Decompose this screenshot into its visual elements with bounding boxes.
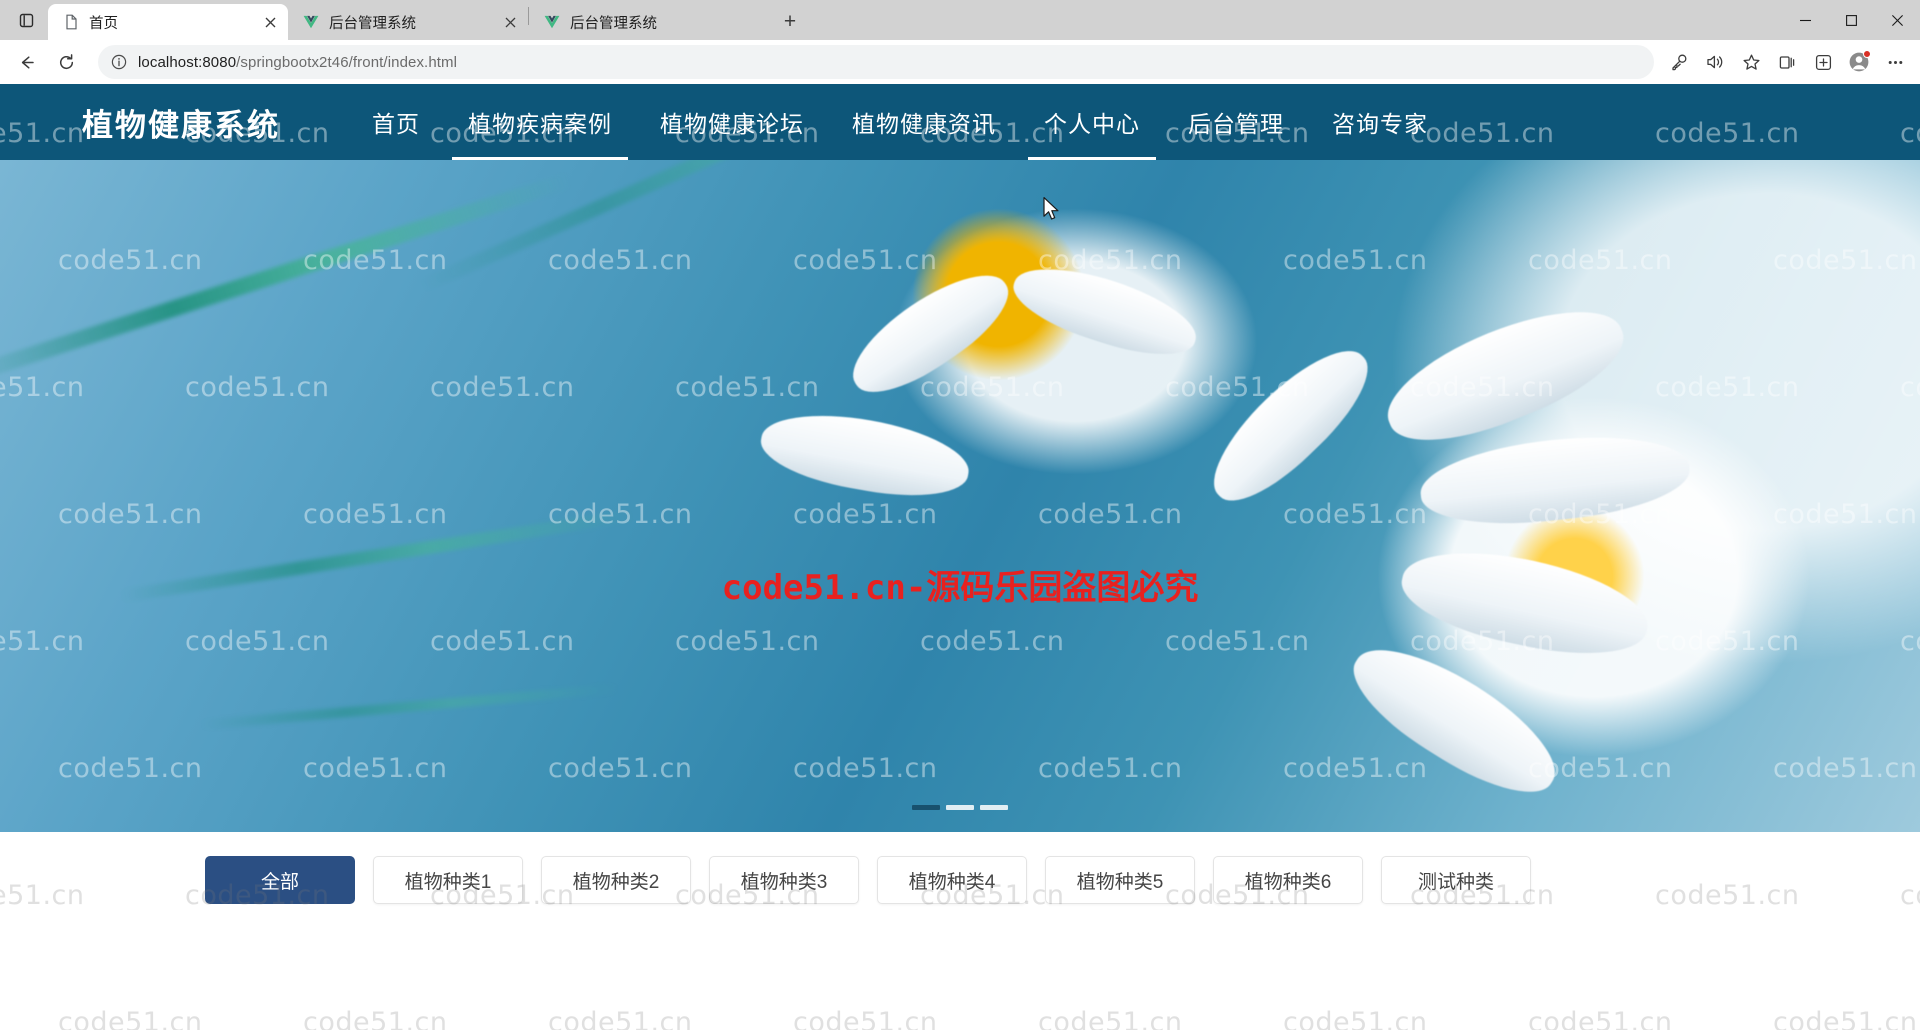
site-info-icon[interactable] [108,51,130,73]
nav-item-health-forum[interactable]: 植物健康论坛 [636,84,828,160]
category-filter-row: 全部 植物种类1 植物种类2 植物种类3 植物种类4 植物种类5 植物种类6 测… [0,856,1920,904]
read-aloud-icon[interactable] [1698,45,1732,79]
url-path: /springbootx2t46/front/index.html [236,53,458,71]
category-button-3[interactable]: 植物种类3 [709,856,859,904]
nav-item-consult-expert[interactable]: 咨询专家 [1308,84,1452,160]
browser-tab[interactable]: 后台管理系统 [288,4,528,40]
reload-icon[interactable] [48,45,84,79]
collections-icon[interactable] [1770,45,1804,79]
maximize-button[interactable] [1828,0,1874,40]
category-button-test[interactable]: 测试种类 [1381,856,1531,904]
tab-title: 首页 [89,15,118,32]
toolbar-right-icons [1662,45,1912,79]
carousel-dot[interactable] [946,805,974,810]
site-nav-items: 首页 植物疾病案例 植物健康论坛 植物健康资讯 个人中心 后台管理 咨询专家 [348,84,1452,160]
close-icon[interactable] [498,10,522,34]
page-viewport: 植物健康系统 首页 植物疾病案例 植物健康论坛 植物健康资讯 个人中心 后台管理… [0,84,1920,1030]
hero-carousel[interactable]: code51.cn-源码乐园盗图必究 [0,160,1920,832]
hero-red-watermark: code51.cn-源码乐园盗图必究 [721,568,1199,608]
browser-tab[interactable]: 首页 [48,4,288,40]
nav-item-admin[interactable]: 后台管理 [1164,84,1308,160]
category-button-6[interactable]: 植物种类6 [1213,856,1363,904]
profile-icon[interactable] [1842,45,1876,79]
tab-list-icon[interactable] [6,2,46,38]
close-icon[interactable] [258,10,282,34]
key-icon[interactable] [1662,45,1696,79]
url-text: localhost:8080/springbootx2t46/front/ind… [138,54,457,71]
tab-strip: 首页 后台管理系统 后台管理系统 + [0,0,807,40]
carousel-indicators[interactable] [912,805,1008,810]
tab-title: 后台管理系统 [570,15,657,32]
category-filter-section: 全部 植物种类1 植物种类2 植物种类3 植物种类4 植物种类5 植物种类6 测… [0,832,1920,1030]
browser-toolbar: localhost:8080/springbootx2t46/front/ind… [0,40,1920,84]
browser-titlebar: 首页 后台管理系统 后台管理系统 + [0,0,1920,40]
nav-item-disease-cases[interactable]: 植物疾病案例 [444,84,636,160]
vue-logo-icon [543,13,561,31]
tab-title: 后台管理系统 [329,15,416,32]
page-icon [62,13,80,31]
close-window-button[interactable] [1874,0,1920,40]
browser-essentials-icon[interactable] [1806,45,1840,79]
browser-window: 首页 后台管理系统 后台管理系统 + localhost:8080/spring… [0,0,1920,1030]
minimize-button[interactable] [1782,0,1828,40]
nav-item-personal-center[interactable]: 个人中心 [1020,84,1164,160]
window-controls [1782,0,1920,40]
back-arrow-icon[interactable] [8,45,44,79]
favorite-star-icon[interactable] [1734,45,1768,79]
category-button-4[interactable]: 植物种类4 [877,856,1027,904]
site-navigation-bar: 植物健康系统 首页 植物疾病案例 植物健康论坛 植物健康资讯 个人中心 后台管理… [0,84,1920,160]
url-host: localhost:8080 [138,53,237,71]
settings-more-icon[interactable] [1878,45,1912,79]
address-bar[interactable]: localhost:8080/springbootx2t46/front/ind… [98,45,1654,79]
category-button-all[interactable]: 全部 [205,856,355,904]
browser-tab[interactable]: 后台管理系统 [529,4,769,40]
vue-logo-icon [302,13,320,31]
nav-item-health-news[interactable]: 植物健康资讯 [828,84,1020,160]
category-button-2[interactable]: 植物种类2 [541,856,691,904]
carousel-dot[interactable] [912,805,940,810]
category-button-1[interactable]: 植物种类1 [373,856,523,904]
carousel-dot[interactable] [980,805,1008,810]
category-button-5[interactable]: 植物种类5 [1045,856,1195,904]
site-brand-title: 植物健康系统 [82,107,280,143]
profile-alert-dot [1863,50,1871,58]
nav-item-home[interactable]: 首页 [348,84,444,160]
new-tab-button[interactable]: + [773,4,807,38]
